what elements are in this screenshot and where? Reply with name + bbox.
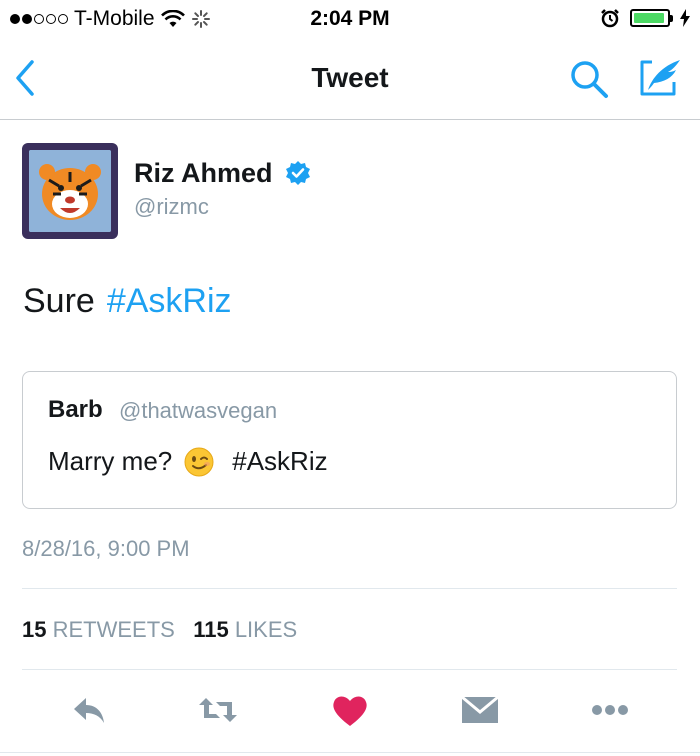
reply-icon — [74, 698, 104, 723]
status-time: 2:04 PM — [310, 7, 390, 30]
tiger-avatar-image — [29, 150, 111, 232]
status-bar: T-Mobile 2:04 PM — [0, 0, 700, 40]
charging-bolt-icon — [680, 9, 690, 27]
quoted-hashtag: #AskRiz — [232, 446, 328, 476]
compose-tweet-button[interactable] — [636, 56, 684, 100]
tweet-body: Sure — [23, 282, 95, 320]
likes-count: 115 — [193, 617, 229, 642]
avatar[interactable] — [22, 143, 118, 239]
status-right — [600, 8, 690, 28]
quoted-author-handle: @thatwasvegan — [119, 398, 278, 423]
author-handle[interactable]: @rizmc — [134, 194, 209, 220]
likes-stat[interactable]: 115 LIKES — [193, 617, 297, 642]
more-options-button[interactable] — [588, 690, 632, 730]
tweet-timestamp: 8/28/16, 9:00 PM — [22, 536, 190, 561]
alarm-clock-icon — [601, 9, 619, 28]
search-icon — [571, 61, 608, 98]
reply-button[interactable] — [68, 690, 112, 730]
author-name[interactable]: Riz Ahmed — [134, 158, 273, 189]
likes-label: LIKES — [234, 617, 298, 642]
retweets-count: 15 — [22, 617, 47, 642]
nav-bar: Tweet — [0, 40, 700, 120]
divider — [22, 669, 677, 670]
tiger-face-icon — [29, 150, 111, 232]
like-button[interactable] — [328, 690, 372, 730]
tweet-text: Sure #AskRiz — [23, 282, 232, 321]
search-button[interactable] — [568, 58, 612, 102]
direct-message-button[interactable] — [458, 690, 502, 730]
retweets-label: RETWEETS — [52, 617, 175, 642]
winking-face-emoji — [184, 447, 214, 476]
battery-level-fill — [634, 13, 665, 23]
tweet-stats: 15 RETWEETS 115 LIKES — [22, 617, 297, 643]
quoted-author-name: Barb — [48, 396, 103, 423]
bottom-divider — [0, 752, 700, 753]
retweet-button[interactable] — [196, 690, 240, 730]
direct-message-icon — [461, 695, 499, 723]
verified-badge-icon — [286, 161, 310, 185]
quoted-tweet-text: Marry me? #AskRiz — [48, 446, 328, 477]
quoted-tweet-body: Marry me? — [48, 446, 173, 476]
compose-tweet-icon — [640, 60, 680, 96]
divider — [22, 588, 677, 589]
heart-icon — [333, 696, 367, 726]
retweet-icon — [199, 698, 237, 722]
hashtag-link[interactable]: #AskRiz — [107, 282, 232, 320]
more-icon — [592, 705, 628, 715]
retweets-stat[interactable]: 15 RETWEETS — [22, 617, 175, 642]
battery-icon — [630, 9, 673, 27]
quoted-tweet-card[interactable]: Barb @thatwasvegan Marry me? #AskRiz — [22, 371, 677, 509]
